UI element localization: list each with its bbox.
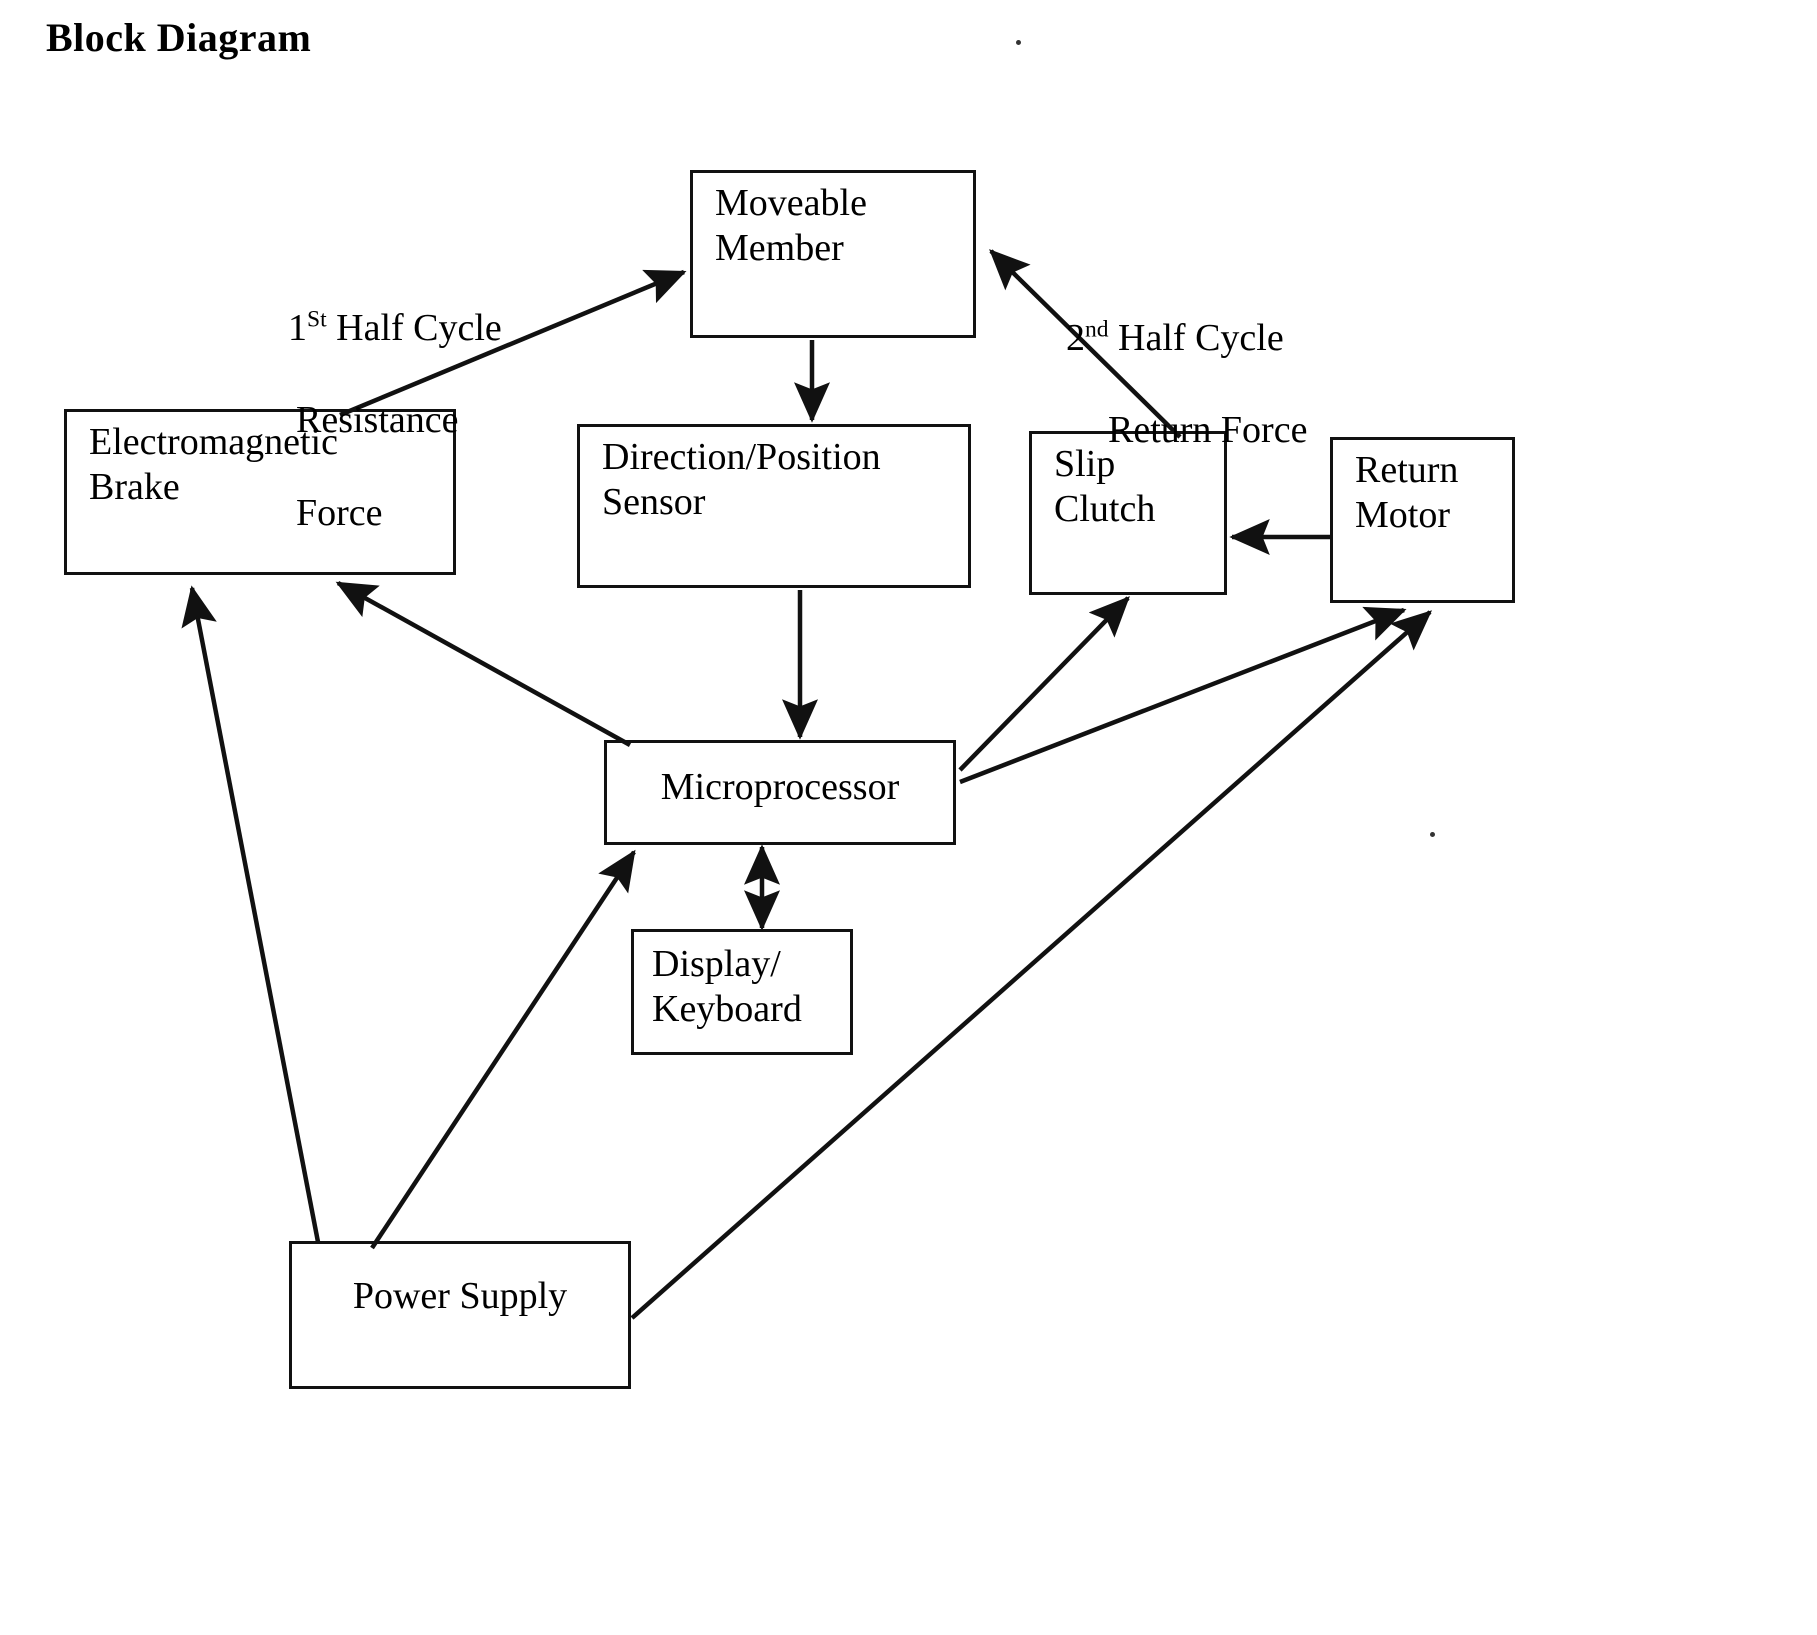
annotation-first-half-cycle-line3: Force: [296, 492, 383, 535]
node-power-supply-label: Power Supply: [352, 1275, 568, 1317]
node-display-keyboard-label: Display/ Keyboard: [652, 943, 802, 1030]
annotation-cycle-text: Half Cycle: [1108, 316, 1284, 359]
node-microprocessor[interactable]: Microprocessor: [604, 740, 956, 845]
node-microprocessor-label: Microprocessor: [660, 766, 900, 808]
annotation-second-half-cycle: 2nd Half Cycle Return Force: [1066, 222, 1486, 500]
annotation-ordinal-suffix: nd: [1085, 316, 1109, 343]
node-power-supply[interactable]: Power Supply: [289, 1241, 631, 1389]
annotation-first-half-cycle: 1St Half Cycle Resistance Force: [288, 212, 588, 583]
annotation-second-half-cycle-line1: 2nd Half Cycle: [1066, 268, 1486, 361]
annotation-ordinal-suffix: St: [307, 306, 327, 333]
block-diagram-page: Block Diagram Moveable Member Electromag…: [0, 0, 1817, 1635]
node-display-keyboard[interactable]: Display/ Keyboard: [631, 929, 853, 1055]
annotation-cycle-text: Half Cycle: [326, 306, 502, 349]
edge-power-supply-to-microprocessor: [370, 849, 636, 1250]
edge-microprocessor-to-slip-clutch: [958, 596, 1130, 772]
annotation-first-half-cycle-line2: Resistance: [296, 399, 459, 442]
node-direction-position-sensor-label: Direction/Position Sensor: [602, 436, 881, 523]
annotation-first-half-cycle-line1: 1St Half Cycle: [288, 258, 588, 351]
node-direction-position-sensor[interactable]: Direction/Position Sensor: [577, 424, 971, 588]
node-moveable-member-label: Moveable Member: [715, 182, 867, 269]
annotation-ordinal-number: 2: [1066, 316, 1085, 359]
edge-power-supply-to-brake: [181, 585, 321, 1243]
annotation-ordinal-number: 1: [288, 306, 307, 349]
annotation-second-half-cycle-line2: Return Force: [1108, 409, 1308, 452]
edge-microprocessor-to-brake: [335, 581, 632, 747]
node-moveable-member[interactable]: Moveable Member: [690, 170, 976, 338]
